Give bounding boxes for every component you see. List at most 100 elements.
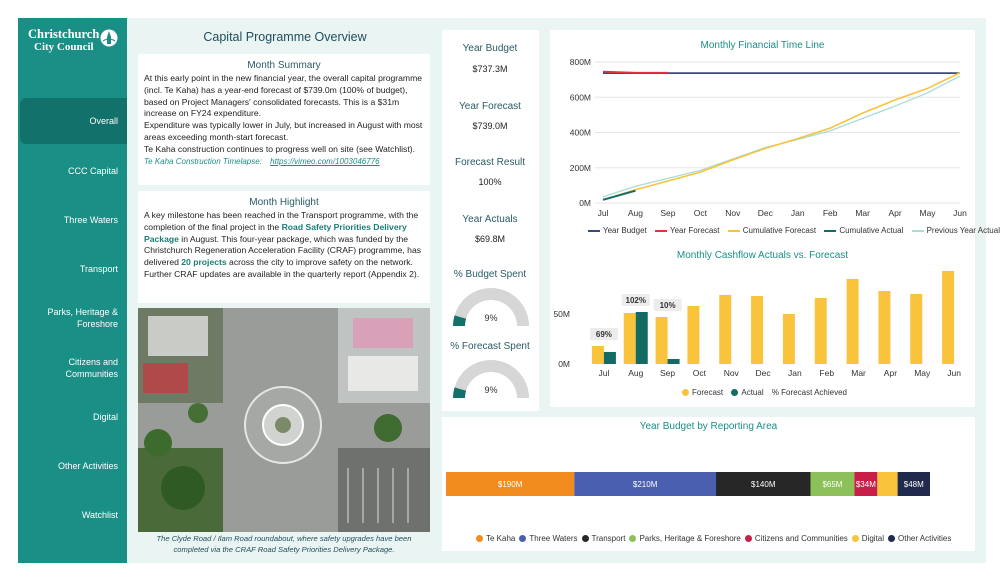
cashflow-actual-bar — [635, 312, 648, 364]
timeline-series-year-forecast — [602, 70, 668, 74]
month-summary-card: Month Summary At this early point in the… — [138, 54, 430, 185]
year-forecast-label: Year Forecast — [459, 101, 521, 112]
sidebar-item-label: Parks, Heritage & Foreshore — [47, 307, 118, 329]
highlight-paragraph: A key milestone has been reached in the … — [144, 210, 422, 279]
logo-text-line2: City Council — [34, 41, 94, 53]
forecast-spent-label: % Forecast Spent — [450, 341, 530, 352]
cashflow-x-tick: Apr — [884, 368, 897, 378]
sidebar-item-parks-heritage-foreshore[interactable]: Parks, Heritage & Foreshore — [18, 306, 127, 330]
year-budget-label: Year Budget — [462, 43, 518, 54]
budget-segment-label: $65M — [822, 480, 842, 489]
sidebar-item-digital[interactable]: Digital — [18, 411, 127, 423]
legend-dot — [744, 535, 752, 543]
timeline-x-tick: Mar — [855, 208, 870, 218]
cashflow-actual-bar — [667, 359, 680, 364]
cashflow-forecast-bar — [846, 279, 859, 364]
forecast-result-label: Forecast Result — [454, 157, 526, 168]
timeline-x-tick: Feb — [823, 208, 838, 218]
timeline-legend: Year Budget Year Forecast Cumulative For… — [588, 226, 1004, 235]
summary-paragraph-2: Expenditure was typically lower in July,… — [144, 120, 423, 142]
legend-cumulative-forecast: Cumulative Forecast — [742, 226, 817, 235]
roundabout-aerial-photo — [138, 308, 430, 532]
timeline-x-tick: Jul — [598, 208, 609, 218]
month-summary-title: Month Summary — [247, 60, 321, 71]
sidebar-item-transport[interactable]: Transport — [18, 263, 127, 275]
forecast-result-value: 100% — [478, 177, 502, 187]
cashflow-forecast-bar — [942, 271, 955, 364]
timeline-chart-title: Monthly Financial Time Line — [700, 40, 825, 51]
timelapse-label: Te Kaha Construction Timelapse: — [144, 156, 262, 166]
legend-dot — [581, 535, 589, 543]
sidebar-item-label: Citizens and Communities — [65, 357, 118, 379]
timeline-x-tick: Sep — [660, 208, 675, 218]
sidebar-item-three-waters[interactable]: Three Waters — [18, 214, 127, 226]
sidebar-item-label: CCC Capital — [67, 166, 118, 176]
timeline-y-tick: 200M — [570, 163, 591, 173]
budget-legend-item: Transport — [591, 534, 626, 543]
sidebar-item-label: Watchlist — [81, 510, 118, 520]
timeline-x-tick: Oct — [694, 208, 708, 218]
page-title: Capital Programme Overview — [203, 30, 367, 44]
council-logo: Christchurch City Council — [26, 28, 122, 56]
legend-dot — [476, 535, 483, 543]
forecast-achieved-label: 69% — [596, 330, 612, 339]
cashflow-x-tick: Jan — [788, 368, 802, 378]
budget-segment-label: $140M — [751, 480, 776, 489]
legend-forecast: Forecast — [692, 388, 724, 397]
cashflow-forecast-bar — [751, 296, 764, 364]
budget-segment-label: $34M — [856, 480, 876, 489]
timelapse-link[interactable]: https://vimeo.com/1003046776 — [270, 157, 379, 166]
cashflow-forecast-bar — [687, 306, 700, 364]
timeline-series-previous-year-actual — [602, 75, 961, 198]
timeline-x-tick: Aug — [628, 208, 643, 218]
cashflow-forecast-bar — [814, 298, 827, 364]
budget-legend-item: Te Kaha — [486, 534, 516, 543]
budget-spent-value: 9% — [484, 313, 497, 323]
month-highlight-card: Month Highlight A key milestone has been… — [138, 191, 430, 303]
sidebar-item-citizens-and-communities[interactable]: Citizens and Communities — [18, 356, 127, 380]
cashflow-forecast-bar — [623, 313, 636, 364]
budget-area-legend: Te Kaha Three Waters Transport Parks, Herit… — [476, 534, 955, 543]
cashflow-forecast-bar — [655, 317, 668, 364]
legend-previous-year-actual: Previous Year Actual — [926, 226, 1000, 235]
cashflow-x-tick: Feb — [819, 368, 834, 378]
cashflow-x-tick: Mar — [851, 368, 866, 378]
cashflow-forecast-bar — [910, 294, 923, 364]
timeline-y-tick: 0M — [579, 198, 591, 208]
legend-dot — [851, 535, 859, 543]
legend-year-forecast: Year Forecast — [669, 226, 720, 235]
legend-actual: Actual — [741, 388, 764, 397]
cashflow-y-tick: 50M — [553, 309, 570, 319]
budget-spent-label: % Budget Spent — [453, 269, 527, 280]
sidebar-item-watchlist[interactable]: Watchlist — [18, 509, 127, 521]
timeline-x-tick: Dec — [758, 208, 774, 218]
budget-legend-item: Other Activities — [898, 534, 952, 543]
legend-year-budget: Year Budget — [603, 226, 647, 235]
sidebar-item-ccc-capital[interactable]: CCC Capital — [18, 165, 127, 177]
sidebar-item-overall[interactable]: Overall — [20, 98, 127, 144]
sidebar-item-other-activities[interactable]: Other Activities — [18, 460, 127, 472]
year-actuals-label: Year Actuals — [462, 214, 518, 225]
legend-cumulative-actual: Cumulative Actual — [839, 226, 904, 235]
timeline-x-tick: Jun — [953, 208, 967, 218]
timeline-y-tick: 400M — [570, 128, 591, 138]
year-forecast-value: $739.0M — [472, 121, 508, 131]
forecast-achieved-label: 10% — [660, 301, 676, 310]
budget-segment-digital — [877, 472, 898, 496]
forecast-achieved-label: 102% — [626, 296, 646, 305]
forecast-spent-value: 9% — [484, 385, 497, 395]
cashflow-x-tick: Jun — [947, 368, 961, 378]
month-highlight-title: Month Highlight — [249, 197, 319, 208]
legend-forecast-achieved: % Forecast Achieved — [771, 388, 847, 397]
year-actuals-value: $69.8M — [474, 234, 506, 244]
logo-text-line1: Christchurch — [28, 27, 100, 41]
budget-by-area-stacked-bar: $190M $210M $140M $65M $34M $48M — [446, 472, 930, 496]
budget-legend-item: Digital — [861, 534, 885, 543]
cashflow-chart-title: Monthly Cashflow Actuals vs. Forecast — [676, 250, 849, 261]
cashflow-legend: Forecast Actual % Forecast Achieved — [682, 388, 853, 397]
timeline-x-tick: Apr — [888, 208, 901, 218]
cashflow-x-tick: Jul — [598, 368, 609, 378]
cashflow-forecast-bar — [591, 346, 604, 364]
timeline-y-tick: 800M — [570, 57, 591, 67]
cashflow-x-tick: Sep — [660, 368, 675, 378]
